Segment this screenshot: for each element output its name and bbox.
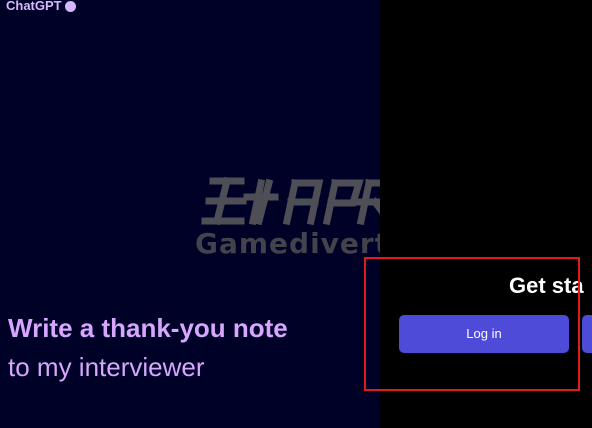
chatgpt-landing-page: ChatGPT Gamedivert Write a thank-you not… [0, 0, 592, 428]
brand-dot-icon [64, 0, 76, 12]
log-in-button[interactable]: Log in [399, 315, 569, 353]
sign-up-button[interactable] [582, 315, 592, 353]
hero-headline: Write a thank-you note [8, 313, 288, 343]
watermark: Gamedivert [195, 173, 395, 260]
brand-logo[interactable]: ChatGPT [6, 0, 76, 14]
auth-panel [380, 0, 592, 428]
hero-subline: to my interviewer [8, 352, 205, 382]
watermark-logo-icon [201, 176, 389, 226]
brand-name: ChatGPT [6, 0, 62, 13]
watermark-text: Gamedivert [195, 227, 390, 260]
hero-panel: ChatGPT Gamedivert Write a thank-you not… [0, 0, 389, 428]
get-started-heading: Get sta [509, 273, 584, 298]
